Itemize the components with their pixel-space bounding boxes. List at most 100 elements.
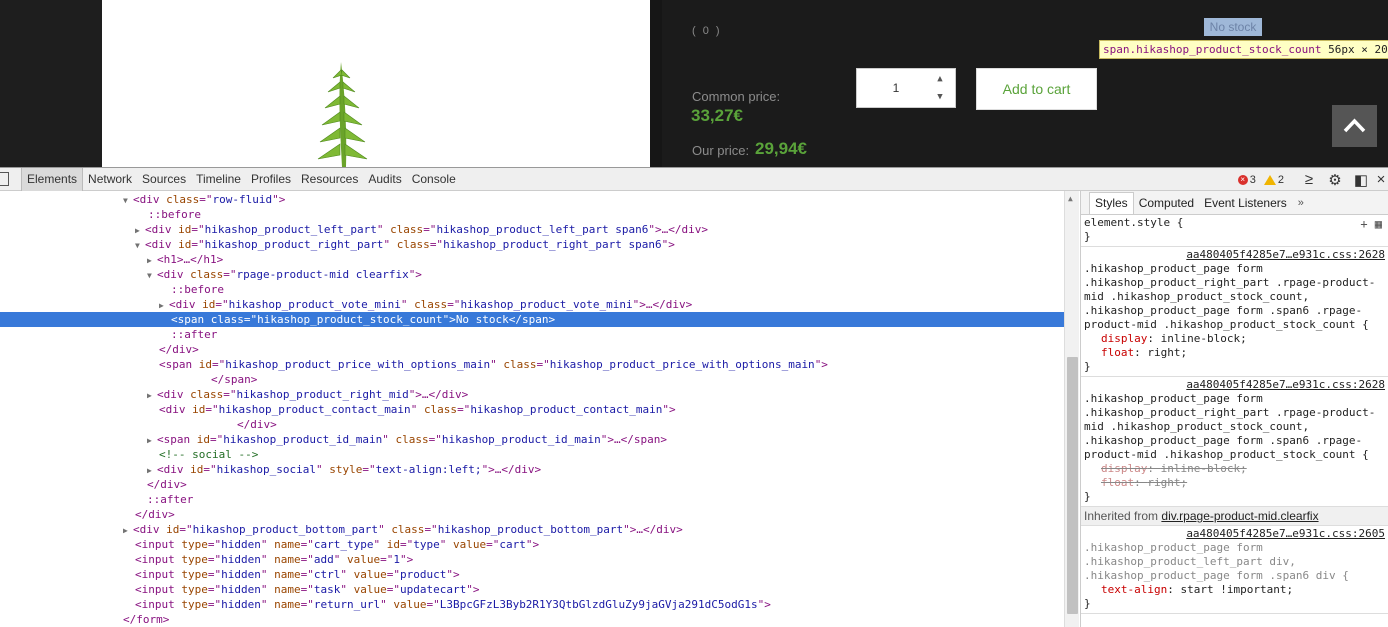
dom-node[interactable]: ▶ <div id="hikashop_product_bottom_part" … [0,522,1064,537]
tab-event-listeners[interactable]: Event Listeners [1199,193,1292,214]
dom-token: hikashop_social [216,463,316,476]
dom-token: ctrl [313,568,341,581]
tab-styles[interactable]: Styles [1089,192,1134,214]
css-rule[interactable]: aa480405f4285e7…e931c.css:2628 .hikashop… [1081,247,1388,377]
tab-computed[interactable]: Computed [1134,193,1199,214]
dom-node[interactable]: <input type="hidden" name="add" value="1… [0,552,1064,567]
warning-counter[interactable]: 2 [1263,174,1284,186]
expand-triangle-open-icon[interactable]: ▼ [147,268,157,283]
dom-token: <input [135,538,182,551]
add-to-cart-button[interactable]: Add to cart [976,68,1097,110]
tab-elements[interactable]: Elements [21,168,84,191]
elements-tree[interactable]: ▼ <div class="row-fluid">::before ▶ <div id… [0,191,1064,627]
css-declaration[interactable]: display: inline-block; [1084,332,1385,346]
dom-node[interactable]: ▼ <div class="row-fluid"> [0,192,1064,207]
tab-console[interactable]: Console [407,168,461,191]
tab-sources[interactable]: Sources [137,168,191,191]
tab-resources[interactable]: Resources [296,168,363,191]
tab-profiles[interactable]: Profiles [246,168,296,191]
console-drawer-icon[interactable]: ≥ [1296,171,1322,188]
dom-node[interactable]: ::after [0,327,1064,342]
dom-token: name [274,598,301,611]
rule-source-link[interactable]: aa480405f4285e7…e931c.css:2605 [1084,527,1385,541]
dom-token: hidden [221,538,261,551]
dom-node[interactable]: <input type="hidden" name="cart_type" id… [0,537,1064,552]
css-rule-overridden[interactable]: aa480405f4285e7…e931c.css:2628 .hikashop… [1081,377,1388,507]
stock-count-highlight: No stock [1204,18,1262,36]
expand-triangle-closed-icon[interactable]: ▶ [147,463,157,478]
dom-token: type [181,538,208,551]
tab-audits[interactable]: Audits [363,168,406,191]
expand-triangle-open-icon[interactable]: ▼ [123,193,133,208]
dom-node-selected[interactable]: <span class="hikashop_product_stock_coun… [0,312,1064,327]
devtools-toolbar: Elements Network Sources Timeline Profil… [0,167,1388,191]
css-declaration[interactable]: text-align: start !important; [1084,583,1385,597]
dom-node[interactable]: </div> [0,477,1064,492]
dom-node[interactable]: ▼ <div class="rpage-product-mid clearfix"… [0,267,1064,282]
dom-node[interactable]: <input type="hidden" name="return_url" v… [0,597,1064,612]
css-declaration-overridden[interactable]: float: right; [1084,476,1385,490]
dom-node[interactable]: <input type="hidden" name="task" value="… [0,582,1064,597]
dom-token: hikashop_product_bottom_part [192,523,379,536]
dom-node[interactable]: ▶ <span id="hikashop_product_id_main" cla… [0,432,1064,447]
dom-node[interactable]: ▶ <div id="hikashop_product_left_part" cl… [0,222,1064,237]
scroll-to-top-button[interactable] [1332,105,1377,147]
tab-network[interactable]: Network [83,168,137,191]
gear-icon[interactable]: ⚙ [1322,171,1348,189]
dom-node[interactable]: </div> [0,417,1064,432]
dom-node[interactable]: ▶ <div id="hikashop_social" style="text-a… [0,462,1064,477]
rule-source-link[interactable]: aa480405f4285e7…e931c.css:2628 [1084,248,1385,262]
more-tabs-icon[interactable]: » [1292,193,1310,214]
expand-triangle-closed-icon[interactable]: ▶ [159,298,169,313]
dom-node[interactable]: <div id="hikashop_product_contact_main" … [0,402,1064,417]
dom-node[interactable]: </div> [0,507,1064,522]
device-mode-icon[interactable] [0,172,9,186]
dom-node[interactable]: ::before [0,207,1064,222]
new-rule-icon[interactable]: + ▦ [1360,217,1382,231]
dom-token: class [190,268,224,281]
element-style-rule[interactable]: element.style { } + ▦ [1081,215,1388,247]
dom-token: name [274,583,301,596]
dom-node[interactable]: </form> [0,612,1064,627]
dom-token: <div [157,463,191,476]
dock-side-icon[interactable]: ◧ [1348,171,1374,189]
rule-source-link[interactable]: aa480405f4285e7…e931c.css:2628 [1084,378,1385,392]
expand-triangle-closed-icon[interactable]: ▶ [147,388,157,403]
elements-scrollbar[interactable]: ▲ [1064,191,1079,627]
error-counter[interactable]: × 3 [1237,174,1256,186]
scroll-up-icon[interactable]: ▲ [1068,194,1073,203]
dom-node[interactable]: </div> [0,342,1064,357]
chevron-up-icon[interactable]: ▲ [933,72,947,86]
dom-token: id [198,358,212,371]
expand-triangle-open-icon[interactable]: ▼ [135,238,145,253]
expand-triangle-closed-icon[interactable]: ▶ [123,523,133,538]
quantity-input[interactable]: 1 [857,81,935,95]
dom-node[interactable]: </span> [0,372,1064,387]
dom-token: ::before [171,283,224,296]
chevron-down-icon[interactable]: ▼ [933,90,947,104]
dom-node[interactable]: <!-- social --> [0,447,1064,462]
close-icon[interactable]: × [1374,171,1388,188]
css-rule-inherited[interactable]: aa480405f4285e7…e931c.css:2605 .hikashop… [1081,526,1388,614]
dom-node[interactable]: ▶ <div class="hikashop_product_right_mid"… [0,387,1064,402]
dom-node[interactable]: ▶ <div id="hikashop_product_vote_mini" cl… [0,297,1064,312]
dom-node[interactable]: ▶ <h1>…</h1> [0,252,1064,267]
expand-triangle-closed-icon[interactable]: ▶ [147,433,157,448]
css-declaration-overridden[interactable]: display: inline-block; [1084,462,1385,476]
dom-node[interactable]: ::after [0,492,1064,507]
dom-token: class [503,358,537,371]
css-declaration[interactable]: float: right; [1084,346,1385,360]
dom-node[interactable]: ::before [0,282,1064,297]
expand-triangle-closed-icon[interactable]: ▶ [147,253,157,268]
dom-node[interactable]: <span id="hikashop_product_price_with_op… [0,357,1064,372]
dom-token: L3BpcGFzL3Byb2R1Y3QtbGlzdGluZy9jaGVja291… [439,598,758,611]
dom-token: hikashop_product_id_main [223,433,383,446]
scrollbar-thumb[interactable] [1067,357,1078,614]
dom-node[interactable]: ▼ <div id="hikashop_product_right_part" c… [0,237,1064,252]
quantity-stepper[interactable]: 1 ▲ ▼ [856,68,956,108]
dom-token: " [439,538,453,551]
dom-node[interactable]: <input type="hidden" name="ctrl" value="… [0,567,1064,582]
inherited-element-link[interactable]: div.rpage-product-mid.clearfix [1161,509,1318,523]
tab-timeline[interactable]: Timeline [191,168,246,191]
expand-triangle-closed-icon[interactable]: ▶ [135,223,145,238]
